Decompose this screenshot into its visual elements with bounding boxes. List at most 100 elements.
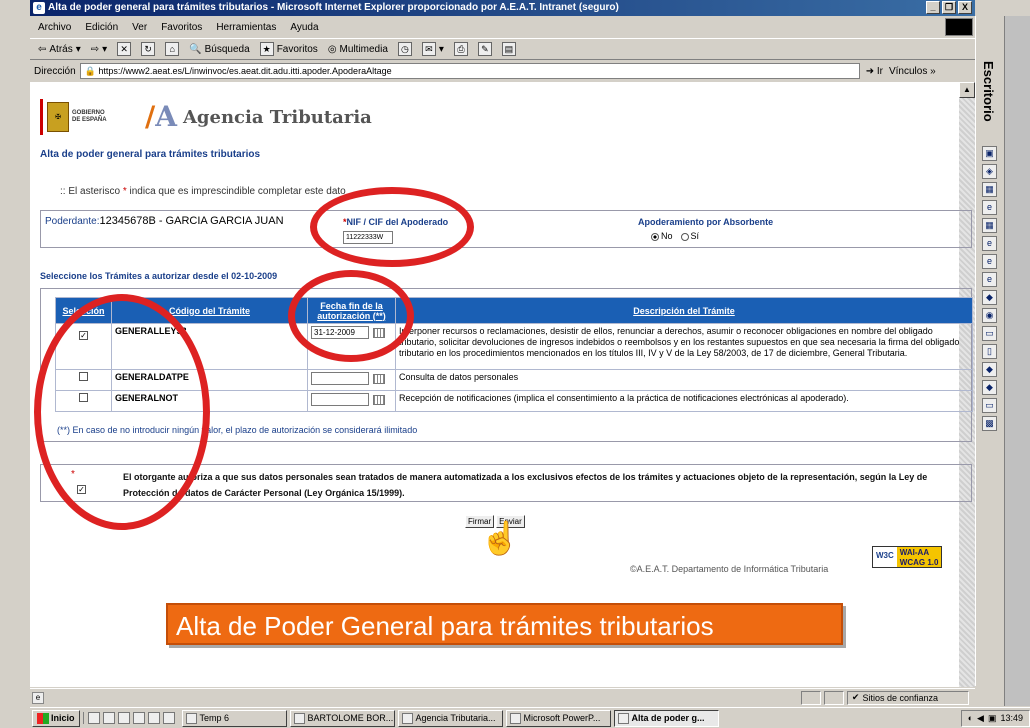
ie-icon[interactable]: e xyxy=(982,236,997,251)
start-button[interactable]: Inicio xyxy=(32,709,80,727)
app-icon[interactable]: ▭ xyxy=(982,326,997,341)
favorites-button[interactable]: ★ Favoritos xyxy=(259,42,318,56)
row-checkbox[interactable] xyxy=(79,393,88,402)
menu-favoritos[interactable]: Favoritos xyxy=(161,22,202,33)
task-bartolome[interactable]: BARTOLOME BOR... xyxy=(289,709,395,727)
app-icon[interactable]: ▦ xyxy=(982,218,997,233)
history-button[interactable]: ◷ xyxy=(397,42,412,56)
minimize-button[interactable]: _ xyxy=(926,1,940,14)
agencia-mark-icon: /A xyxy=(145,100,177,133)
col-descripcion[interactable]: Descripción del Trámite xyxy=(395,297,973,324)
col-fecha[interactable]: Fecha fin de la autorización (**) xyxy=(307,297,396,324)
menu-herramientas[interactable]: Herramientas xyxy=(216,22,276,33)
volume-icon[interactable]: ◀ xyxy=(977,713,984,724)
ie-icon[interactable] xyxy=(102,712,115,724)
stop-button[interactable]: ✕ xyxy=(117,42,132,56)
calendar-icon[interactable] xyxy=(373,327,385,338)
discuss-button[interactable]: ▤ xyxy=(501,42,516,56)
print-button[interactable]: ⎙ xyxy=(453,42,468,56)
folder-icon[interactable]: ▭ xyxy=(982,398,997,413)
search-button[interactable]: 🔍 Búsqueda xyxy=(189,44,250,55)
system-tray: ◐ ◀ ▣ 13:49 xyxy=(960,709,1030,727)
tramites-title: Seleccione los Trámites a autorizar desd… xyxy=(40,271,278,281)
close-button[interactable]: X xyxy=(958,1,972,14)
app-icon[interactable] xyxy=(147,712,160,724)
fecha-input[interactable]: 31-12-2009 xyxy=(311,326,369,339)
refresh-button[interactable]: ↻ xyxy=(141,42,156,56)
ie-icon[interactable]: e xyxy=(982,254,997,269)
w3c-badge[interactable]: W3C WAI-AA WCAG 1.0 xyxy=(872,546,943,568)
task-agencia[interactable]: Agencia Tributaria... xyxy=(397,709,503,727)
menu-ayuda[interactable]: Ayuda xyxy=(290,22,318,33)
ie-icon[interactable]: e xyxy=(982,272,997,287)
table-row: GENERALDATPE Consulta de datos personale… xyxy=(55,369,973,391)
consent-text: El otorgante autoriza a que sus datos pe… xyxy=(123,472,928,498)
table-row: GENERALNOT Recepción de notificaciones (… xyxy=(55,390,973,412)
app-icon[interactable]: ▣ xyxy=(982,146,997,161)
web-page: ▲ ✠ GOBIERNO DE ESPAÑA /A Agencia Tributa… xyxy=(30,82,975,687)
menu-ver[interactable]: Ver xyxy=(132,22,147,33)
multimedia-button[interactable]: ◎ Multimedia xyxy=(328,44,388,55)
fecha-input[interactable] xyxy=(311,393,369,406)
app-icon[interactable]: ◆ xyxy=(982,290,997,305)
desktop-icon[interactable] xyxy=(87,712,100,724)
fecha-input[interactable] xyxy=(311,372,369,385)
calendar-icon[interactable] xyxy=(373,394,385,405)
search-icon: 🔍 xyxy=(189,43,202,55)
desktop-scrollbar[interactable] xyxy=(1004,16,1030,706)
app-icon[interactable] xyxy=(117,712,130,724)
app-icon[interactable]: ◆ xyxy=(982,362,997,377)
links-button[interactable]: Vínculos » xyxy=(889,66,936,77)
back-arrow-icon: ⇦ xyxy=(38,43,47,55)
col-codigo[interactable]: Código del Trámite xyxy=(111,297,308,324)
ie-icon[interactable]: e xyxy=(982,200,997,215)
app-icon[interactable] xyxy=(132,712,145,724)
row-checkbox[interactable]: ✓ xyxy=(79,331,88,340)
back-button[interactable]: ⇦ Atrás ▾ xyxy=(38,44,81,55)
radio-si[interactable]: Sí xyxy=(680,231,699,241)
powerpoint-icon xyxy=(509,712,521,724)
menu-archivo[interactable]: Archivo xyxy=(38,22,71,33)
tray-icon[interactable]: ◐ xyxy=(968,713,973,723)
scroll-up-icon[interactable]: ▲ xyxy=(959,82,975,98)
col-seleccion[interactable]: Selección xyxy=(55,297,112,324)
gobierno-logo: ✠ GOBIERNO DE ESPAÑA xyxy=(40,99,135,135)
task-alta-poder[interactable]: Alta de poder g... xyxy=(613,709,719,727)
radio-no[interactable]: No xyxy=(651,231,673,241)
consent-checkbox[interactable]: ✓ xyxy=(77,485,86,494)
nif-apoderado-input[interactable]: 11222333W xyxy=(343,231,393,244)
menu-edicion[interactable]: Edición xyxy=(85,22,118,33)
print-icon: ⎙ xyxy=(453,42,468,56)
slide-caption: Alta de Poder General para trámites trib… xyxy=(166,603,843,645)
clock[interactable]: 13:49 xyxy=(1000,713,1023,723)
hand-cursor-icon: ☝ xyxy=(480,520,520,556)
app-icon[interactable]: ▩ xyxy=(982,416,997,431)
app-icon[interactable]: ▦ xyxy=(982,182,997,197)
app-icon[interactable]: ▯ xyxy=(982,344,997,359)
task-powerpoint[interactable]: Microsoft PowerP... xyxy=(505,709,611,727)
go-button[interactable]: ➜ Ir xyxy=(860,66,889,77)
address-label: Dirección xyxy=(34,65,76,77)
mail-button[interactable]: ✉ ▾ xyxy=(421,42,444,56)
tramite-code: GENERALDATPE xyxy=(111,369,308,391)
window-titlebar: e Alta de poder general para trámites tr… xyxy=(30,0,975,16)
address-input[interactable]: 🔒 https://www2.aeat.es/L/inwinvoc/es.aea… xyxy=(79,63,860,79)
edit-button[interactable]: ✎ xyxy=(477,42,492,56)
folder-icon xyxy=(185,712,197,724)
stop-icon: ✕ xyxy=(117,42,132,56)
forward-button[interactable]: ⇨ ▾ xyxy=(91,44,107,55)
maximize-button[interactable]: ❐ xyxy=(942,1,956,14)
tray-icon[interactable]: ▣ xyxy=(988,713,997,724)
row-checkbox[interactable] xyxy=(79,372,88,381)
quick-launch xyxy=(82,712,179,724)
screen: e Alta de poder general para trámites tr… xyxy=(0,0,1030,728)
app-icon[interactable]: ◈ xyxy=(982,164,997,179)
home-button[interactable]: ⌂ xyxy=(165,42,180,56)
task-temp6[interactable]: Temp 6 xyxy=(181,709,287,727)
app-icon[interactable] xyxy=(162,712,175,724)
poderdante-section: Poderdante:12345678B - GARCIA GARCIA JUA… xyxy=(40,210,972,248)
app-icon[interactable]: ◆ xyxy=(982,380,997,395)
page-done-icon: e xyxy=(32,691,44,704)
calendar-icon[interactable] xyxy=(373,373,385,384)
app-icon[interactable]: ◉ xyxy=(982,308,997,323)
